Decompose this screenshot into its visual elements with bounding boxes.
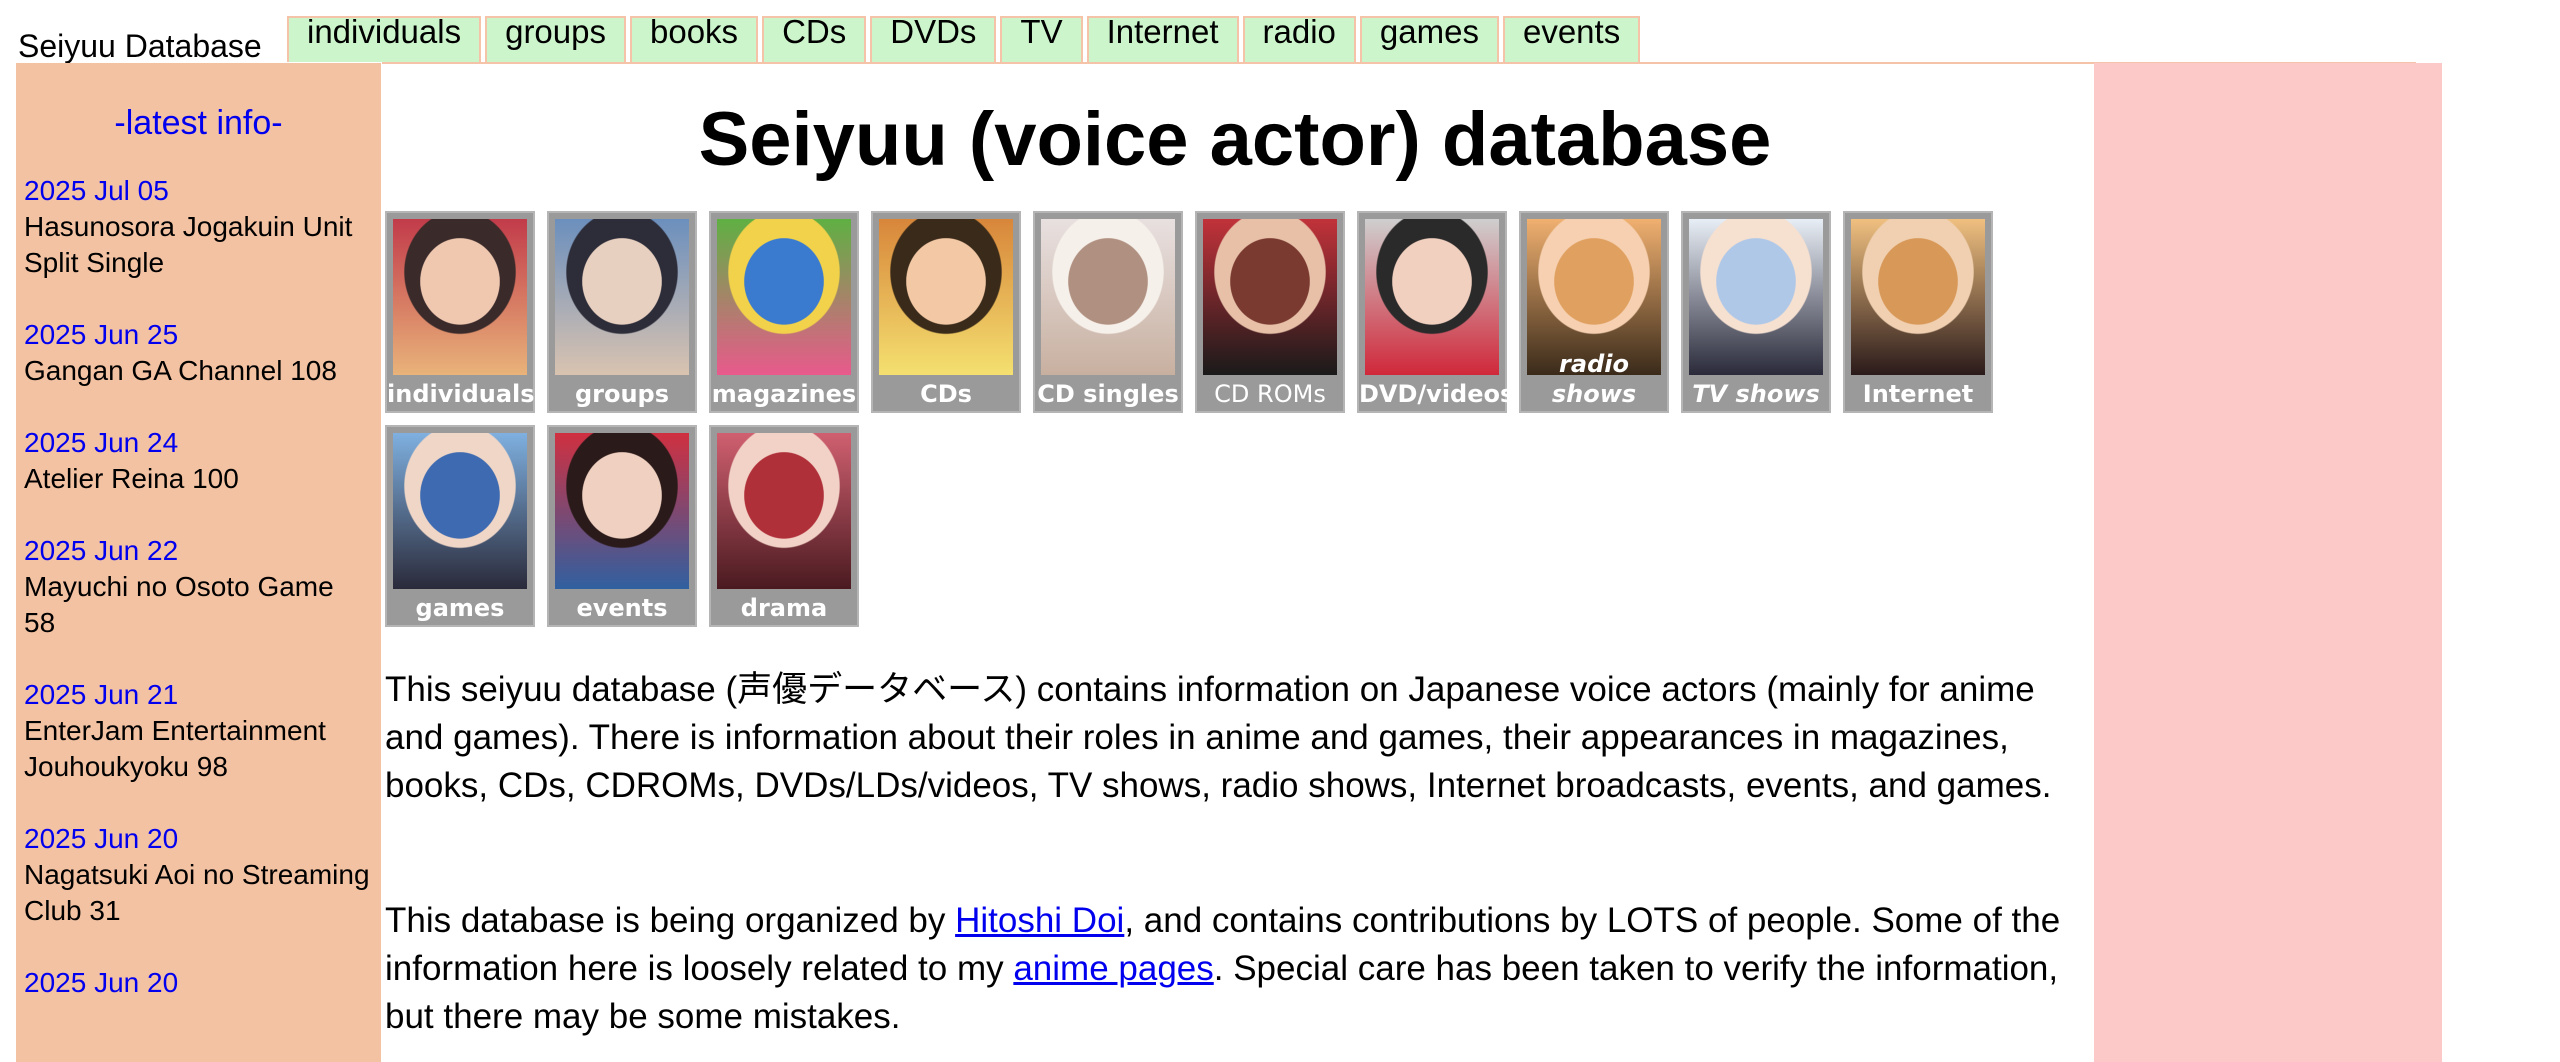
news-item: 2025 Jun 25 Gangan GA Channel 108 (16, 317, 381, 389)
tv-shows-photo (1689, 219, 1823, 375)
tile-groups[interactable]: groups (547, 211, 697, 413)
cd-singles-photo (1041, 219, 1175, 375)
tile-cds[interactable]: CDs (871, 211, 1021, 413)
tile-caption: individuals (387, 380, 535, 408)
magazines-photo (717, 219, 851, 375)
tab-books[interactable]: books (630, 13, 759, 62)
news-item: 2025 Jun 22 Mayuchi no Osoto Game 58 (16, 533, 381, 641)
tile-dvd-videos[interactable]: DVD/videos (1357, 211, 1515, 413)
tile-caption: radio shows (1551, 350, 1637, 408)
individuals-photo (393, 219, 527, 375)
tab-cds[interactable]: CDs (762, 13, 867, 62)
news-item: 2025 Jun 20 Nagatsuki Aoi no Streaming C… (16, 821, 381, 929)
tile-caption: CD singles (1037, 380, 1179, 408)
tile-events[interactable]: events (547, 425, 697, 627)
tab-dvds[interactable]: DVDs (870, 13, 997, 62)
games-photo (393, 433, 527, 589)
tile-internet[interactable]: Internet (1843, 211, 1993, 413)
site-name[interactable]: Seiyuu Database (18, 26, 262, 66)
organizer-text-before: This database is being organized by (385, 901, 956, 940)
news-date[interactable]: 2025 Jun 24 (24, 425, 381, 461)
page-title: Seiyuu (voice actor) database (698, 97, 1772, 182)
tab-games[interactable]: games (1359, 13, 1499, 62)
tile-individuals[interactable]: individuals (385, 211, 535, 413)
hitoshi-doi-link[interactable]: Hitoshi Doi (955, 901, 1124, 940)
tile-caption: CDs (920, 380, 972, 408)
tile-cd-roms[interactable]: CD ROMs (1195, 211, 1345, 413)
intro-paragraph: This seiyuu database (声優データベース) contains… (385, 670, 2052, 805)
news-date[interactable]: 2025 Jun 21 (24, 677, 381, 713)
news-text: Nagatsuki Aoi no Streaming Club 31 (24, 859, 370, 926)
events-photo (555, 433, 689, 589)
main-content: Seiyuu (voice actor) database individual… (385, 63, 2085, 1036)
tile-tv-shows[interactable]: TV shows (1681, 211, 1831, 413)
news-text: Mayuchi no Osoto Game 58 (24, 571, 334, 638)
tile-caption: magazines (711, 380, 857, 408)
internet-photo (1851, 219, 1985, 375)
tab-tv[interactable]: TV (1000, 13, 1083, 62)
latest-info-sidebar: -latest info- 2025 Jul 05 Hasunosora Jog… (16, 63, 381, 1062)
tile-radio-shows[interactable]: radio shows (1519, 211, 1669, 413)
tile-caption: drama (740, 594, 828, 622)
news-item: 2025 Jun 20 (16, 965, 381, 1001)
groups-photo (555, 219, 689, 375)
news-text: Hasunosora Jogakuin Unit Split Single (24, 211, 353, 278)
news-date[interactable]: 2025 Jun 20 (24, 965, 381, 1001)
anime-pages-link[interactable]: anime pages (1013, 949, 1213, 988)
nav-tabs: individuals groups books CDs DVDs TV Int… (287, 13, 1641, 64)
news-item: 2025 Jul 05 Hasunosora Jogakuin Unit Spl… (16, 173, 381, 281)
tab-groups[interactable]: groups (485, 13, 626, 62)
tile-caption: games (415, 594, 505, 622)
tile-drama[interactable]: drama (709, 425, 859, 627)
tab-events[interactable]: events (1502, 13, 1641, 62)
tile-magazines[interactable]: magazines (709, 211, 859, 413)
news-date[interactable]: 2025 Jun 25 (24, 317, 381, 353)
news-text: Atelier Reina 100 (24, 463, 239, 494)
tab-individuals[interactable]: individuals (287, 13, 482, 62)
tile-caption: TV shows (1692, 380, 1820, 408)
news-item: 2025 Jun 24 Atelier Reina 100 (16, 425, 381, 497)
organizer-paragraph: This database is being organized by Hito… (385, 897, 2085, 1041)
top-nav-bar: Seiyuu Database individuals groups books… (0, 0, 2560, 64)
tab-internet[interactable]: Internet (1086, 13, 1239, 62)
tile-caption: groups (574, 380, 670, 408)
news-date[interactable]: 2025 Jun 20 (24, 821, 381, 857)
sidebar-title: -latest info- (114, 104, 283, 142)
tile-caption: Internet (1862, 380, 1974, 408)
news-item: 2025 Jun 21 EnterJam Entertainment Jouho… (16, 677, 381, 785)
news-date[interactable]: 2025 Jul 05 (24, 173, 381, 209)
tile-cd-singles[interactable]: CD singles (1033, 211, 1183, 413)
news-date[interactable]: 2025 Jun 22 (24, 533, 381, 569)
tile-caption: CD ROMs (1214, 380, 1326, 408)
right-side-panel (2094, 63, 2442, 1062)
tile-caption: events (576, 594, 668, 622)
tab-radio[interactable]: radio (1242, 13, 1356, 62)
cd-roms-photo (1203, 219, 1337, 375)
tile-caption: DVD/videos (1359, 380, 1515, 408)
drama-photo (717, 433, 851, 589)
news-text: Gangan GA Channel 108 (24, 355, 337, 386)
dvd-videos-photo (1365, 219, 1499, 375)
cds-photo (879, 219, 1013, 375)
tile-games[interactable]: games (385, 425, 535, 627)
news-text: EnterJam Entertainment Jouhoukyoku 98 (24, 715, 326, 782)
